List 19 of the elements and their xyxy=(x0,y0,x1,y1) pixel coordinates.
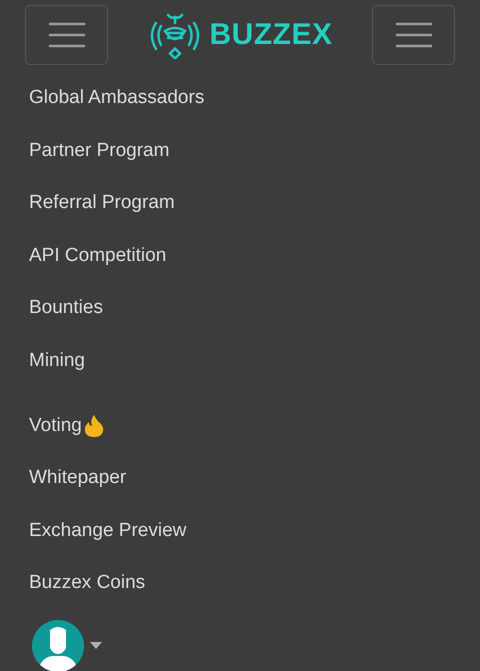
menu-link[interactable]: Bounties xyxy=(29,297,103,320)
menu-link[interactable]: Global Ambassadors xyxy=(29,87,204,110)
menu-icon xyxy=(48,22,86,48)
menu-link[interactable]: Voting xyxy=(29,414,104,438)
menu-link[interactable]: Partner Program xyxy=(29,140,170,162)
menu-icon xyxy=(394,22,432,48)
menu-link[interactable]: Exchange Preview xyxy=(29,520,186,542)
menu-link[interactable]: Referral Program xyxy=(29,192,175,214)
menu-link[interactable]: Buzzex Coins xyxy=(29,572,146,594)
caret-icon[interactable] xyxy=(90,642,102,649)
menu-button[interactable] xyxy=(25,5,108,65)
logo-text: BUZZEX xyxy=(210,18,332,52)
menu-link[interactable]: Whitepaper xyxy=(29,467,126,490)
menu-link[interactable]: API Competition xyxy=(29,244,166,267)
fire-icon xyxy=(84,414,104,438)
logo-icon xyxy=(148,11,202,59)
menu-button[interactable] xyxy=(372,5,455,65)
avatar-icon xyxy=(32,620,84,671)
menu-link[interactable]: Mining xyxy=(29,350,85,372)
